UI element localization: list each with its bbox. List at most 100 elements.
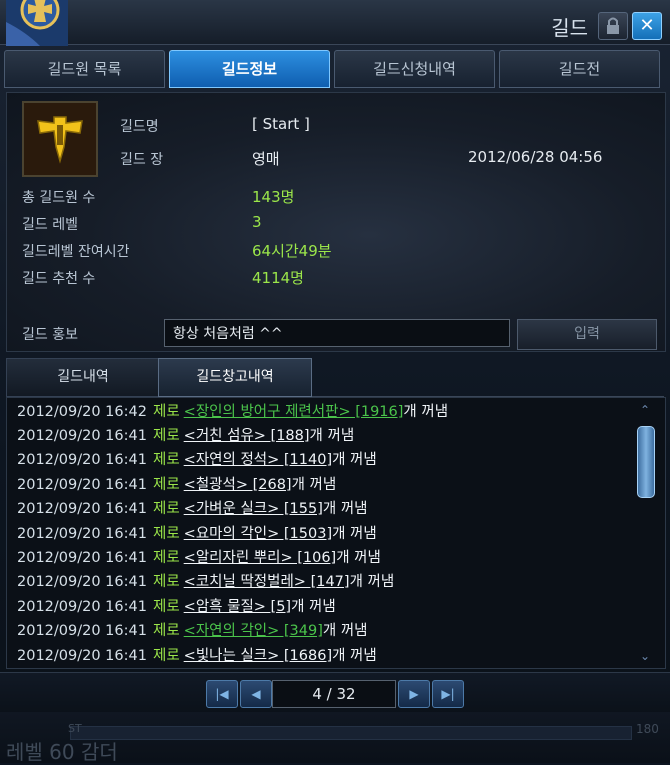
log-item-link[interactable]: <요마의 각인> [1503] [184,526,332,542]
log-item-link[interactable]: <거친 섬유> [188] [184,428,310,444]
log-time: 2012/09/20 16:41 [17,501,147,517]
log-item-link[interactable]: <알리자린 뿌리> [106] [184,550,337,566]
title-bar: 길드 ✕ [0,0,670,46]
pagination: |◀ ◀ 4 / 32 ▶ ▶| [0,672,670,713]
log-suffix: 개 꺼냄 [332,526,377,542]
remaining-time-label: 길드레벨 잔여시간 [22,244,130,260]
members-value: 143명 [252,188,295,206]
guild-name-value: [ Start ] [252,115,310,133]
guild-founded-date: 2012/06/28 04:56 [468,148,603,166]
guild-leader-value: 영매 [252,150,280,168]
tab-member-list[interactable]: 길드원 목록 [4,50,165,88]
guild-window: 길드 ✕ 길드원 목록 길드정보 길드신청내역 길드전 길드명 [ Start … [0,0,670,764]
level-label: 길드 레벨 [22,217,78,233]
log-suffix: 개 꺼냄 [322,501,368,517]
prev-page-icon: ◀ [251,687,261,701]
level-value: 3 [252,213,262,231]
log-actor: 제로 [152,452,180,468]
guild-name-label: 길드명 [120,119,159,135]
next-page-button[interactable]: ▶ [398,680,430,708]
tab-storage-history[interactable]: 길드창고내역 [158,358,312,397]
scroll-thumb[interactable] [637,426,655,498]
log-suffix: 개 꺼냄 [291,599,336,615]
next-page-icon: ▶ [409,687,419,701]
remaining-time-value: 64시간49분 [252,242,332,260]
list-item: 2012/09/20 16:41 제로 <철광석> [268]개 꺼냄 [17,473,336,497]
log-item-link[interactable]: <코치닐 딱정벌레> [147] [184,574,350,590]
log-item-link[interactable]: <암흑 물질> [5] [184,599,291,615]
list-item: 2012/09/20 16:41 제로 <암흑 물질> [5]개 꺼냄 [17,595,336,619]
first-page-button[interactable]: |◀ [206,680,238,708]
tab-guild-history[interactable]: 길드내역 [6,358,160,397]
log-actor: 제로 [152,599,180,615]
log-time: 2012/09/20 16:42 [17,404,147,420]
recommend-label: 길드 추천 수 [22,271,96,287]
log-actor: 제로 [152,648,180,664]
log-time: 2012/09/20 16:41 [17,526,147,542]
log-item-link[interactable]: <철광석> [268] [184,477,292,493]
members-label: 총 길드원 수 [22,190,96,206]
close-button[interactable]: ✕ [632,12,662,40]
log-time: 2012/09/20 16:41 [17,623,147,639]
guild-leader-label: 길드 장 [120,152,164,168]
log-item-link[interactable]: <가벼운 실크> [155] [184,501,323,517]
list-item: 2012/09/20 16:41 제로 <빛나는 실크> [1686]개 꺼냄 [17,644,377,668]
log-suffix: 개 꺼냄 [336,550,381,566]
lock-button[interactable] [598,12,628,40]
prev-page-button[interactable]: ◀ [240,680,272,708]
log-suffix: 개 꺼냄 [291,477,337,493]
list-item: 2012/09/20 16:41 제로 <가벼운 실크> [155]개 꺼냄 [17,497,368,521]
hud-number: 180 [636,722,659,736]
log-time: 2012/09/20 16:41 [17,574,147,590]
first-page-icon: |◀ [215,687,229,701]
scroll-up-icon[interactable]: ⌃ [638,404,652,416]
hud-level-text: 레벨 60 감더 [6,740,118,764]
list-item: 2012/09/20 16:41 제로 <코치닐 딱정벌레> [147]개 꺼냄 [17,570,394,594]
storage-log-list: 2012/09/20 16:42 제로 <장인의 방어구 제련서판> [1916]개… [6,397,666,669]
main-tabs: 길드원 목록 길드정보 길드신청내역 길드전 [4,50,666,88]
log-item-link[interactable]: <장인의 방어구 제련서판> [1916] [184,404,404,420]
list-item: 2012/09/20 16:41 제로 <거친 섬유> [188]개 꺼냄 [17,424,354,448]
guild-crest-icon [22,101,98,177]
tab-guild-war[interactable]: 길드전 [499,50,660,88]
log-actor: 제로 [152,428,180,444]
guild-emblem-icon [6,0,68,46]
scroll-down-icon[interactable]: ⌄ [638,650,652,662]
log-actor: 제로 [152,501,180,517]
promo-input[interactable]: 항상 처음처럼 ^^ [164,319,510,347]
log-suffix: 개 꺼냄 [309,428,355,444]
log-scrollbar[interactable]: ⌃ ⌄ [636,404,655,662]
history-tabs: 길드내역 길드창고내역 [6,358,664,397]
list-item: 2012/09/20 16:41 제로 <자연의 정석> [1140]개 꺼냄 [17,448,377,472]
log-time: 2012/09/20 16:41 [17,550,147,566]
list-item: 2012/09/20 16:41 제로 <요마의 각인> [1503]개 꺼냄 [17,522,377,546]
recommend-value: 4114명 [252,269,304,287]
guild-info-panel [6,92,666,352]
log-actor: 제로 [152,623,180,639]
tab-application-history[interactable]: 길드신청내역 [334,50,495,88]
log-time: 2012/09/20 16:41 [17,452,147,468]
page-indicator: 4 / 32 [272,680,396,708]
window-title: 길드 [551,16,588,40]
log-time: 2012/09/20 16:41 [17,599,147,615]
log-time: 2012/09/20 16:41 [17,477,147,493]
log-item-link[interactable]: <자연의 각인> [349] [184,623,323,639]
log-suffix: 개 꺼냄 [332,452,377,468]
last-page-icon: ▶| [441,687,455,701]
promo-submit-button[interactable]: 입력 [517,319,657,350]
hud-stamina-bar [70,726,632,740]
tab-guild-info[interactable]: 길드정보 [169,50,330,88]
log-suffix: 개 꺼냄 [322,623,368,639]
close-icon: ✕ [639,15,655,36]
log-actor: 제로 [152,574,180,590]
log-item-link[interactable]: <자연의 정석> [1140] [184,452,332,468]
log-suffix: 개 꺼냄 [349,574,395,590]
last-page-button[interactable]: ▶| [432,680,464,708]
log-actor: 제로 [152,404,180,420]
hud-st-label: ST [68,722,82,735]
log-actor: 제로 [152,550,180,566]
log-time: 2012/09/20 16:41 [17,648,147,664]
log-suffix: 개 꺼냄 [332,648,377,664]
lock-icon [607,17,619,34]
log-item-link[interactable]: <빛나는 실크> [1686] [184,648,332,664]
